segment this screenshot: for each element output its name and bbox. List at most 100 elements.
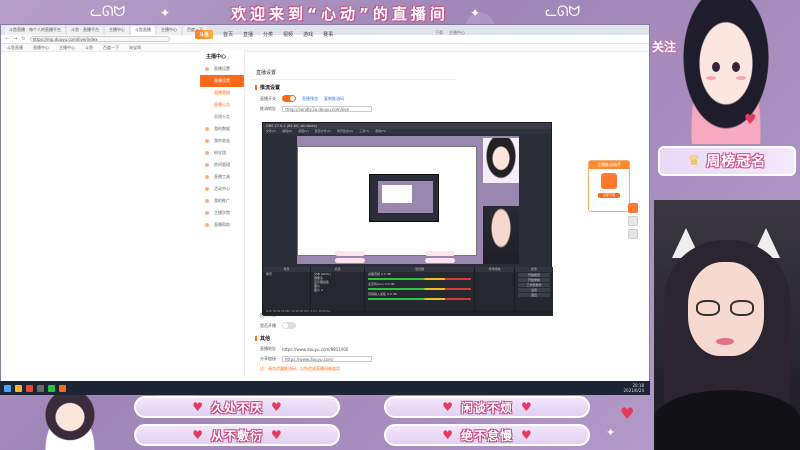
- menu-dot-icon: [205, 67, 209, 71]
- menu-dot-icon: [205, 199, 209, 203]
- sidebar-item[interactable]: 粉丝团: [200, 147, 244, 159]
- sidebar-item[interactable]: 我的数据: [200, 123, 244, 135]
- mixer-dock: 混音器 桌面音频 0.0 dB 麦克风/Aux 0.0 dB 音频输入采集 0.…: [365, 267, 475, 316]
- download-button[interactable]: 立即下载: [598, 193, 620, 198]
- sidebar-item[interactable]: 直播设置: [200, 63, 244, 75]
- webcam-feed: [654, 200, 800, 450]
- obs-menu-item[interactable]: 编辑(E): [282, 129, 292, 134]
- sidebar-item[interactable]: 主播学院: [200, 207, 244, 219]
- browser-icon[interactable]: [26, 384, 33, 392]
- menu-dot-icon: [205, 175, 209, 179]
- rtmp-url-field[interactable]: rtmp://sendtc3a.douyu.com/live: [282, 106, 372, 112]
- bookmark-item[interactable]: 直播中心: [33, 45, 49, 51]
- sidebar-subitem[interactable]: 直播管理: [200, 87, 244, 99]
- site-header: 斗鱼 首页 直播 分类 视频 游戏 赛事 下载 主播中心: [195, 27, 465, 41]
- obs-menu-item[interactable]: 工具(T): [359, 129, 369, 134]
- obs-menu-item[interactable]: 场景集合(S): [337, 129, 353, 134]
- live-toggle[interactable]: [282, 95, 296, 102]
- obs-menu-item[interactable]: 帮助(H): [375, 129, 386, 134]
- volume-meter[interactable]: [368, 298, 471, 300]
- volume-meter[interactable]: [368, 288, 471, 290]
- copy-key-link[interactable]: 复制推流码: [324, 96, 344, 102]
- volume-meter[interactable]: [368, 278, 471, 280]
- settings-row: 注：请勿泄露推流码，以免造成直播间被盗用: [250, 364, 455, 374]
- sidebar-subitem[interactable]: 直播公告: [200, 99, 244, 111]
- scene-item[interactable]: 场景: [263, 272, 310, 276]
- nav-item[interactable]: 分类: [263, 31, 273, 38]
- nav-item[interactable]: 直播: [243, 31, 253, 38]
- avatar-blush: [736, 76, 746, 80]
- site-logo[interactable]: 斗鱼: [195, 29, 213, 39]
- browser-tab[interactable]: 主播中心: [105, 25, 129, 35]
- avatar-blush: [706, 76, 716, 80]
- start-streaming-button[interactable]: 开始推流: [518, 273, 550, 277]
- heart-icon: ♥: [442, 400, 453, 414]
- live-url[interactable]: https://www.douyu.com/8811000: [282, 347, 348, 352]
- overlay-pill: ♥ 从不敷衍 ♥: [134, 424, 340, 446]
- obs-icon[interactable]: [37, 384, 44, 392]
- obs-menu-item[interactable]: 视图(V): [298, 129, 308, 134]
- studio-mode-button[interactable]: 工作室模式: [518, 283, 550, 287]
- overlay-pill: ♥ 闲谈不烦 ♥: [384, 396, 590, 418]
- cat-ears-icon: ᓚᘏᗢ: [90, 4, 126, 20]
- douyu-icon[interactable]: [59, 384, 66, 392]
- follow-label: 关注: [652, 40, 677, 54]
- url-input[interactable]: https://mp.douyu.com/live/index: [29, 36, 170, 42]
- pill-label: 闲谈不烦: [460, 400, 513, 415]
- preview-link[interactable]: 直播预览: [302, 96, 318, 102]
- overlay-pill: ♥ 绝不怠慢 ♥: [384, 424, 590, 446]
- nav-item[interactable]: 游戏: [303, 31, 313, 38]
- refresh-icon[interactable]: ↻: [21, 36, 25, 42]
- download-link[interactable]: 下载: [435, 30, 443, 36]
- heart-icon: ♥: [521, 400, 532, 414]
- sidebar-item[interactable]: 活动中心: [200, 183, 244, 195]
- folder-icon[interactable]: [15, 384, 22, 392]
- sidebar-item[interactable]: 直播工具: [200, 171, 244, 183]
- browser-tab[interactable]: 斗鱼直播 - 每个人的直播平台: [5, 25, 65, 35]
- cat-ears-icon: ᓚᘏᗢ: [545, 4, 581, 20]
- menu-dot-icon: [205, 163, 209, 167]
- sidebar-item[interactable]: 我的收益: [200, 135, 244, 147]
- obs-menu-item[interactable]: 配置文件(P): [315, 129, 331, 134]
- top-icon[interactable]: [628, 203, 638, 213]
- row-label: 直播地址: [260, 346, 276, 351]
- obs-menu-item[interactable]: 文件(F): [266, 129, 276, 134]
- feedback-icon[interactable]: [628, 216, 638, 226]
- share-url-field[interactable]: https://www.douyu.com/: [282, 356, 372, 362]
- forward-icon[interactable]: →: [13, 36, 17, 42]
- nav-item[interactable]: 赛事: [323, 31, 333, 38]
- browser-tab[interactable]: 主播中心: [157, 25, 181, 35]
- source-item[interactable]: 图片 2: [311, 288, 364, 292]
- bookmark-item[interactable]: 主播中心: [59, 45, 75, 51]
- bookmark-item[interactable]: 斗鱼: [85, 45, 93, 51]
- bookmark-item[interactable]: 淘宝网: [129, 45, 141, 51]
- bookmark-item[interactable]: 百度一下: [103, 45, 119, 51]
- service-icon[interactable]: [628, 229, 638, 239]
- nav-item[interactable]: 首页: [223, 31, 233, 38]
- settings-button[interactable]: 设置: [518, 288, 550, 292]
- settings-row: 直播地址 https://www.douyu.com/8811000: [250, 344, 455, 354]
- nav-item[interactable]: 视频: [283, 31, 293, 38]
- chat-app-icon[interactable]: [48, 384, 55, 392]
- sidebar-item[interactable]: 我的推广: [200, 195, 244, 207]
- sidebar-subitem[interactable]: 直播分类: [200, 111, 244, 123]
- sidebar-item[interactable]: 房间管理: [200, 159, 244, 171]
- heart-icon: ♥: [271, 428, 282, 442]
- broadcast-toggle[interactable]: [282, 322, 296, 329]
- start-recording-button[interactable]: 开始录制: [518, 278, 550, 282]
- exit-button[interactable]: 退出: [518, 293, 550, 297]
- user-menu[interactable]: 主播中心: [449, 30, 465, 36]
- bookmark-item[interactable]: 斗鱼直播: [7, 45, 23, 51]
- windows-start-icon[interactable]: [4, 384, 11, 392]
- sidebar-item-active[interactable]: 直播设置: [200, 75, 244, 87]
- heart-icon: ♥: [271, 400, 282, 414]
- section-heading: 其他: [250, 331, 455, 344]
- controls-dock: 控件 开始推流 开始录制 工作室模式 设置 退出: [515, 267, 553, 316]
- sidebar-item[interactable]: 直播帮助: [200, 219, 244, 231]
- obs-preview[interactable]: [297, 136, 519, 264]
- assistant-widget[interactable]: 主播推流助手 立即下载: [588, 160, 630, 212]
- settings-row: 直播开关 直播预览 复制推流码: [250, 93, 455, 104]
- browser-tab[interactable]: 斗鱼 - 直播平台: [67, 25, 103, 35]
- browser-tab-active[interactable]: 斗鱼直播: [131, 25, 155, 35]
- back-icon[interactable]: ←: [5, 36, 9, 42]
